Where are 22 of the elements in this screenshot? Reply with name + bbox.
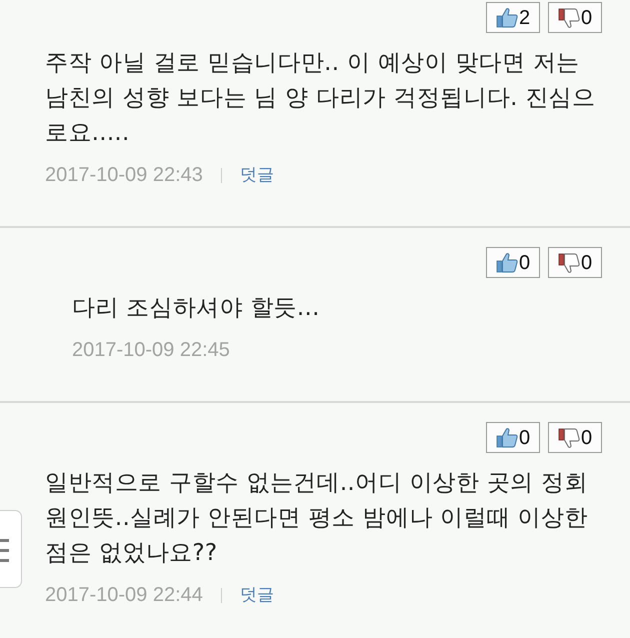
- comment-date: 2017-10-09 22:44: [45, 583, 203, 607]
- like-button[interactable]: 0: [486, 247, 540, 278]
- comment-date: 2017-10-09 22:45: [72, 338, 230, 362]
- thumbs-up-icon: [496, 8, 518, 28]
- thumbs-up-icon: [496, 252, 518, 272]
- comment-date: 2017-10-09 22:43: [45, 163, 203, 187]
- dislike-button[interactable]: 0: [548, 2, 602, 33]
- reply-text: 다리 조심하셔야 할듯...: [72, 294, 321, 323]
- menu-button[interactable]: [0, 510, 22, 588]
- like-button[interactable]: 0: [486, 422, 540, 453]
- reply-link[interactable]: 덧글: [240, 163, 274, 187]
- comment-text: 일반적으로 구할수 없는건데..어디 이상한 곳의 정회원인뜻..실례가 안된다면 평소 밤에나 이럴때 이상한 점은 없었나요??: [45, 469, 589, 568]
- thumbs-down-icon: [558, 8, 580, 28]
- like-button[interactable]: 2: [486, 2, 540, 33]
- dislike-button[interactable]: 0: [548, 422, 602, 453]
- reply-link[interactable]: 덧글: [240, 583, 274, 607]
- comment-text: 주작 아닐 걸로 믿습니다만.. 이 예상이 맞다면 저는 남친의 성향 보다는 님 양 다리가 걱정됩니다. 진심으로요.....: [45, 49, 596, 148]
- menu-icon: [0, 539, 9, 562]
- dislike-button[interactable]: 0: [548, 247, 602, 278]
- thumbs-down-icon: [558, 428, 580, 448]
- thumbs-up-icon: [496, 428, 518, 448]
- thumbs-down-icon: [558, 252, 580, 272]
